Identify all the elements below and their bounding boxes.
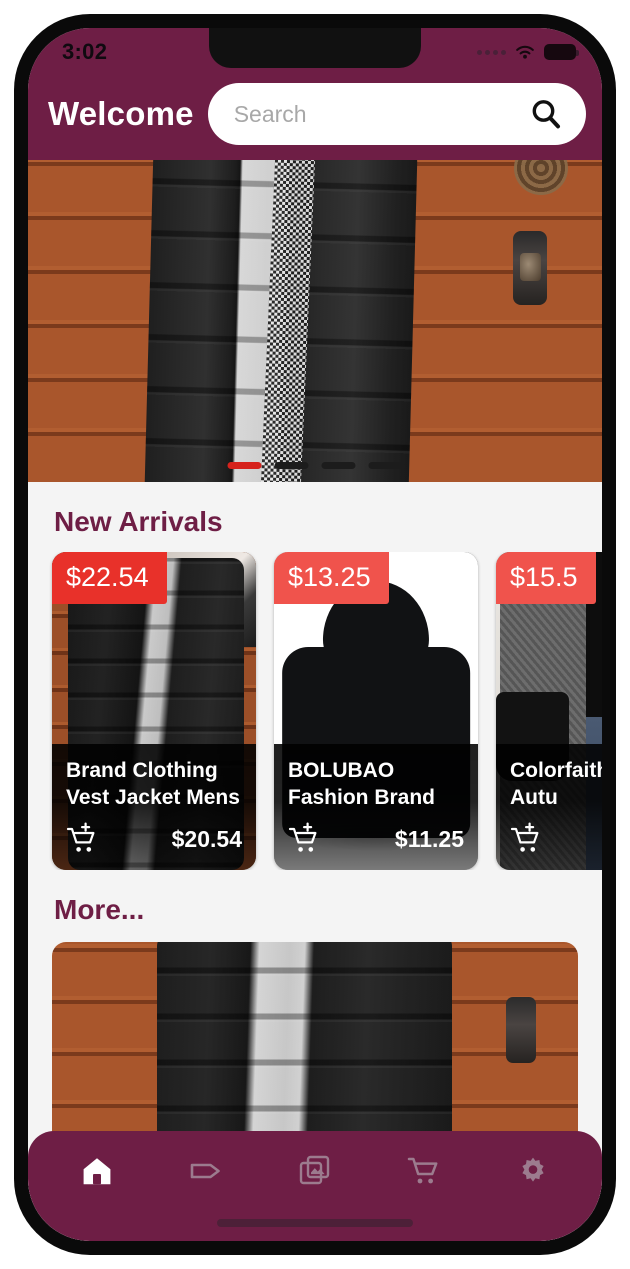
product-footer: [510, 822, 602, 856]
product-info: Colorfaith 2020 Autu: [496, 744, 602, 870]
more-product-image[interactable]: [52, 942, 578, 1152]
product-card[interactable]: $22.54 Brand Clothing Vest Jacket Mens $…: [52, 552, 256, 870]
cart-icon[interactable]: [406, 1153, 442, 1189]
new-arrivals-rail[interactable]: $22.54 Brand Clothing Vest Jacket Mens $…: [28, 552, 602, 870]
gear-icon[interactable]: [515, 1153, 551, 1189]
tag-icon[interactable]: [187, 1153, 225, 1189]
scroll-content[interactable]: New Arrivals $22.54 Brand Clothing Vest …: [28, 160, 602, 1241]
product-info: Brand Clothing Vest Jacket Mens $20.54: [52, 744, 256, 870]
notch: [209, 28, 421, 68]
phone-frame: 3:02 Welcome Search New Arrivals $22.54 …: [14, 14, 616, 1255]
nav-item-home[interactable]: [67, 1145, 127, 1197]
home-icon[interactable]: [79, 1153, 115, 1189]
search-input[interactable]: Search: [207, 83, 586, 145]
gallery-icon[interactable]: [297, 1153, 333, 1189]
page-title: Welcome: [48, 95, 194, 132]
vest-lining: [259, 160, 315, 482]
hero-carousel[interactable]: [28, 160, 602, 482]
battery-full-icon: [544, 44, 579, 60]
carousel-indicators[interactable]: [227, 462, 403, 469]
product-card[interactable]: $13.25 BOLUBAO Fashion Brand $11.25: [274, 552, 478, 870]
nav-item-settings[interactable]: [503, 1145, 563, 1197]
section-title-new-arrivals: New Arrivals: [54, 506, 223, 537]
price-badge: $13.25: [274, 552, 389, 604]
product-price: $20.54: [171, 825, 242, 852]
nav-item-cart[interactable]: [394, 1145, 454, 1197]
hero-product-vest: [143, 160, 418, 482]
product-title: Brand Clothing Vest Jacket Mens: [66, 759, 240, 809]
product-title: BOLUBAO Fashion Brand: [288, 759, 436, 809]
product-footer: $20.54: [66, 822, 242, 856]
carousel-dot-3[interactable]: [321, 462, 356, 469]
add-to-cart-icon[interactable]: [288, 822, 322, 856]
nav-item-gallery[interactable]: [285, 1145, 345, 1197]
wifi-icon: [516, 45, 534, 59]
price-badge: $22.54: [52, 552, 167, 604]
search-placeholder: Search: [233, 100, 307, 127]
carousel-dot-2[interactable]: [274, 462, 309, 469]
bottom-navigation: [28, 1131, 602, 1241]
product-info: BOLUBAO Fashion Brand $11.25: [274, 744, 478, 870]
section-title-more: More...: [54, 894, 145, 925]
price-badge: $15.5: [496, 552, 596, 604]
signal-dots-icon: [477, 49, 506, 55]
product-title: Colorfaith 2020 Autu: [510, 759, 602, 809]
product-footer: $11.25: [288, 822, 464, 856]
lantern-prop: [513, 230, 548, 305]
phone-screen: 3:02 Welcome Search New Arrivals $22.54 …: [28, 28, 602, 1241]
product-price: $11.25: [394, 825, 464, 852]
search-icon[interactable]: [528, 96, 564, 132]
home-indicator: [217, 1219, 413, 1227]
status-time: 3:02: [62, 39, 108, 64]
add-to-cart-icon[interactable]: [66, 822, 100, 856]
carousel-dot-4[interactable]: [368, 462, 403, 469]
header-row: Welcome Search: [28, 74, 602, 154]
nav-item-tag[interactable]: [176, 1145, 236, 1197]
product-card[interactable]: $15.5 Colorfaith 2020 Autu: [496, 552, 602, 870]
status-indicators: [477, 43, 579, 61]
carousel-dot-1[interactable]: [227, 462, 262, 469]
add-to-cart-icon[interactable]: [510, 822, 544, 856]
